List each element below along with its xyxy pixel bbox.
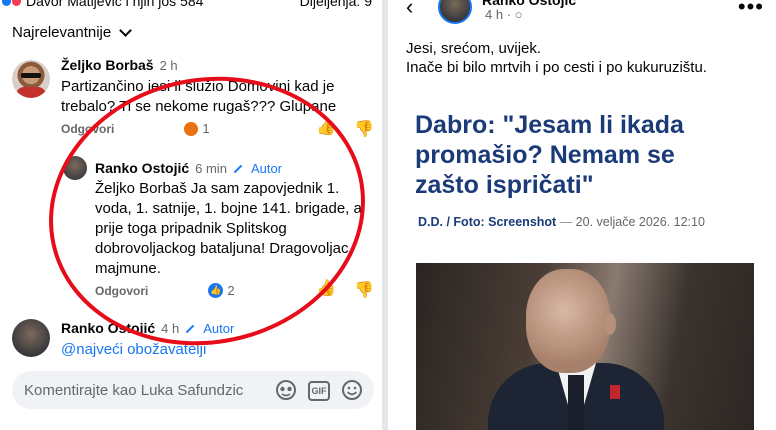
- reaction-count[interactable]: 1: [202, 121, 209, 136]
- like-icon[interactable]: 👍: [316, 120, 336, 136]
- comment-author-name[interactable]: Ranko Ostojić: [95, 160, 189, 176]
- pencil-icon: [233, 164, 243, 174]
- comment-author[interactable]: Ranko Ostojić 6 min Autor: [95, 160, 282, 176]
- byline-author: D.D. / Foto: Screenshot: [418, 215, 557, 229]
- reactions-summary[interactable]: Davor Matijević i njih još 584 Dijeljenj…: [0, 0, 382, 10]
- love-reaction-icon: [12, 0, 21, 6]
- avatar[interactable]: [12, 319, 50, 357]
- reactors-text: Davor Matijević i njih još 584: [26, 0, 204, 9]
- like-reaction-icon: [208, 283, 224, 298]
- comment-composer: GIF: [12, 371, 374, 409]
- comments-panel: Davor Matijević i njih još 584 Dijeljenj…: [0, 0, 382, 430]
- post-panel: ‹ Ranko Ostojić 4 h · ○ ••• Jesi, srećom…: [388, 0, 776, 430]
- byline-separator: —: [559, 215, 573, 229]
- mention-link[interactable]: @najveći obožavatelji: [61, 340, 361, 360]
- back-arrow-icon[interactable]: ‹: [406, 0, 413, 20]
- more-options-icon[interactable]: •••: [738, 0, 764, 20]
- angry-reaction-icon: [184, 121, 199, 136]
- author-badge: Autor: [250, 161, 283, 176]
- comment-author-name[interactable]: Ranko Ostojić: [61, 320, 155, 336]
- comment-time: 4 h: [161, 321, 180, 336]
- comment-author[interactable]: Željko Borbaš 2 h: [61, 57, 178, 73]
- like-icon[interactable]: 👍: [316, 281, 336, 297]
- comment-input[interactable]: [24, 371, 254, 409]
- comment-text: Partizančino jesi li služio Domovini kad…: [61, 78, 337, 115]
- comment-author-name[interactable]: Željko Borbaš: [61, 57, 154, 73]
- avatar[interactable]: [12, 60, 50, 98]
- dislike-icon[interactable]: 👎: [354, 283, 374, 299]
- like-reaction-icon: [2, 0, 11, 6]
- pencil-icon: [185, 324, 195, 334]
- comment-time: 6 min: [195, 161, 227, 176]
- gif-icon[interactable]: GIF: [308, 381, 330, 401]
- article-headline[interactable]: Dabro: "Jesam li ikada promašio? Nemam s…: [415, 110, 745, 200]
- post-time-text: 4 h: [485, 7, 504, 22]
- shares-count[interactable]: Dijeljenja: 9: [300, 0, 372, 9]
- reply-button[interactable]: Odgovori: [61, 122, 114, 136]
- comment-actions: Odgovori 1: [61, 121, 210, 136]
- post-text-line: Jesi, srećom, uvijek.: [406, 40, 542, 57]
- article-photo[interactable]: [416, 263, 754, 430]
- byline-date: 20. veljače 2026. 12:10: [575, 215, 705, 229]
- chevron-down-icon: [119, 24, 133, 37]
- post-time: 4 h · ○: [485, 7, 523, 22]
- emoji-icon[interactable]: [341, 379, 363, 401]
- sort-dropdown[interactable]: Najrelevantnije: [12, 24, 133, 41]
- reply-button[interactable]: Odgovori: [95, 284, 148, 298]
- comment-actions: Odgovori 2: [95, 283, 235, 298]
- post-text-line: Inače bi bilo mrtvih i po cesti i po kuk…: [406, 59, 707, 76]
- author-avatar[interactable]: [438, 0, 472, 24]
- avatar-sticker-icon[interactable]: [275, 379, 297, 401]
- sort-label: Najrelevantnije: [12, 24, 112, 41]
- dislike-icon[interactable]: 👎: [354, 122, 374, 138]
- comment-author[interactable]: Ranko Ostojić 4 h Autor: [61, 320, 234, 336]
- comment-text: Željko Borbaš Ja sam zapovjednik 1. voda…: [95, 180, 362, 277]
- author-badge: Autor: [203, 321, 235, 336]
- post-text: Jesi, srećom, uvijek. Inače bi bilo mrtv…: [406, 39, 707, 77]
- comment-time: 2 h: [159, 58, 178, 73]
- globe-icon: ○: [514, 7, 523, 22]
- reaction-count[interactable]: 2: [227, 283, 234, 298]
- article-byline: D.D. / Foto: Screenshot — 20. veljače 20…: [418, 215, 705, 229]
- avatar[interactable]: [63, 156, 87, 180]
